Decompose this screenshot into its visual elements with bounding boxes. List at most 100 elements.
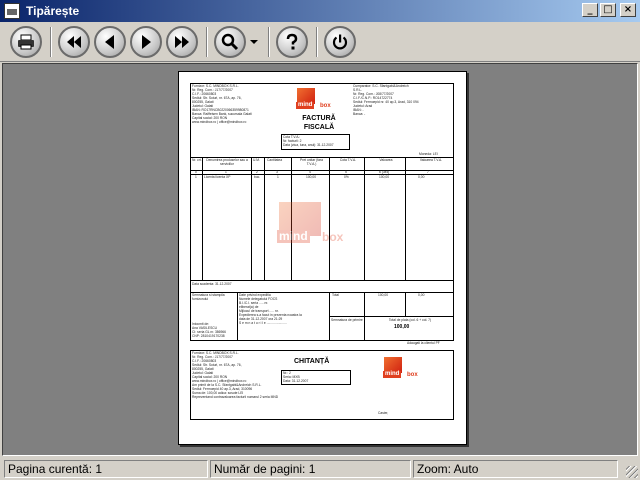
row-vat-rate: 0% [344,175,349,179]
status-current-page: Pagina curentă: 1 [4,459,208,478]
delegate-line: S e m n a t u r i l e ..................… [239,321,287,325]
col-header-vat-value: Valoarea T.V.A. [419,158,443,162]
title-bar: Tipărește _ □ × [0,0,640,22]
close-button[interactable]: × [620,3,636,17]
row-nr: 1 [195,175,197,179]
last-page-button[interactable] [166,25,198,58]
seller-info: Furnizor: S.C. MINDBOX S.R.L. Nr. Reg. C… [192,84,287,124]
toolbar-separator [268,26,270,57]
invoice-meta: Cota T.V.A.: Nr. facturii: 2 Data (ziua,… [283,135,351,147]
receipt-body: Am primit de la S.C. Sfantgabi&Andreich … [192,383,342,399]
col-header-value: Valoarea [379,158,393,162]
toolbar-separator [206,26,208,57]
row-qty: 1 [277,175,279,179]
col-header-vat-rate: Cota T.V.A. [339,158,357,162]
resize-grip[interactable] [626,466,638,478]
row-price: 100,00 [306,175,317,179]
receipt-meta-line: Data: 31.12.2007 [283,379,309,383]
help-button[interactable] [276,25,308,58]
receipt-body-line: Reprezentand contravaloarea facturii num… [192,395,279,399]
row-product: Licenta licenta XP [204,175,231,179]
buyer-info: Cumparator: S.C. Sfantgabi&Andreich S.R.… [353,84,453,116]
left-arrow-icon [105,34,114,49]
invoice-title-line2: FISCALĂ [303,124,335,131]
table-header-divider [190,170,454,171]
meta-line: Data (ziua, luna, anul): 31.12.2007 [283,143,334,147]
delegate-info: Date privind expeditia Numele delegatulu… [239,293,328,325]
double-right-arrow-icon [175,35,189,48]
col-header-price: Pret unitar (fara T.V.A.) [300,158,323,166]
preview-page: Furnizor: S.C. MINDBOX S.R.L. Nr. Reg. C… [178,71,467,445]
close-preview-button[interactable] [324,25,356,58]
total-vat: 0,00 [418,293,425,297]
receipt-logo-text-mind: mind [383,371,402,378]
logo-text-mind: mind [296,102,315,109]
double-left-arrow-icon [67,35,81,48]
col-divider [264,157,265,281]
zoom-button[interactable] [214,25,246,58]
due-date: Data scadenta: 31.12.2007 [192,282,232,286]
total-label: Total [332,293,339,297]
right-arrow-icon [142,34,151,49]
cashier-label: Casier, [378,411,389,415]
col-header-um: U.M. [253,158,260,162]
printer-icon [18,34,34,49]
receipt-seller-info: Furnizor: S.C. MINDBOX S.R.L. Nr. Reg. C… [192,351,287,383]
zoom-dropdown-arrow[interactable] [250,39,258,44]
col-subheader: 2 [256,170,258,174]
receipt-meta: Nr.: 2 Seria: MXB Data: 31.12.2007 [283,371,349,383]
maximize-button[interactable]: □ [600,3,616,17]
col-subheader: 7 [427,170,429,174]
col-divider [364,157,365,281]
window-controls: _ □ × [582,3,636,17]
seller-line: www.mindbox.ro | office@mindbox.ro [192,120,247,124]
mindbox-logo: mind box [296,88,332,110]
window-title: Tipărește [26,4,80,18]
watermark-text-mind: mind [277,229,310,243]
grand-total-label: Total de plata (col. 6 + col. 7) [388,318,432,322]
next-page-button[interactable] [130,25,162,58]
buyer-line: Banca: - [353,112,366,116]
col-subheader: 5 [345,170,347,174]
row-vat-value: 0,00 [418,175,425,179]
total-value: 100,00 [378,293,389,297]
invoice-title: FACTURĂ FISCALĂ [294,114,344,132]
grand-total-value: 100,00 [394,324,410,330]
col-subheader: 6 (3x4) [379,170,390,174]
footer-total-divider [329,316,454,317]
signer-line: CNP: 2810419170238 [192,334,225,338]
col-subheader: 0 [195,170,197,174]
receipt-mindbox-logo: mind box [383,357,419,379]
toolbar-separator [50,26,52,57]
print-preview-area[interactable]: Furnizor: S.C. MINDBOX S.R.L. Nr. Reg. C… [2,63,638,456]
col-header-nr: Nr. crt. [192,158,202,162]
footer-col-divider [405,292,406,316]
prev-page-button[interactable] [94,25,126,58]
status-page-count: Număr de pagini: 1 [210,459,411,478]
first-page-button[interactable] [58,25,90,58]
toolbar-separator [316,26,318,57]
invoice-title-line1: FACTURĂ [302,115,336,122]
magnifier-icon [221,33,239,50]
question-icon [286,33,298,49]
col-header-qty: Cantitatea [267,158,283,162]
print-button[interactable] [10,25,42,58]
status-bar: Pagina curentă: 1 Număr de pagini: 1 Zoo… [0,457,640,480]
printer-app-icon [4,3,20,19]
toolbar [0,22,640,62]
col-header-product: Denumirea produselor sau a serviciilor [206,158,248,166]
receipt-title: CHITANȚĂ [294,358,330,365]
col-divider [251,157,252,281]
signer-info: Intocmit de: Ana VASILESCU CI: seria GL … [192,322,237,338]
minimize-button[interactable]: _ [582,3,598,17]
footer-note: Adaugati la clientul PF [407,341,440,345]
col-subheader: 4 [309,170,311,174]
row-um: buc. [254,175,261,179]
col-divider [202,157,203,281]
col-subheader: 1 [225,170,227,174]
stamp-label: Semnatura si stampila furnizorului [192,293,225,301]
col-divider [405,157,406,281]
power-icon [332,34,348,49]
footer-col-divider [237,292,238,341]
row-value: 100,00 [379,175,390,179]
